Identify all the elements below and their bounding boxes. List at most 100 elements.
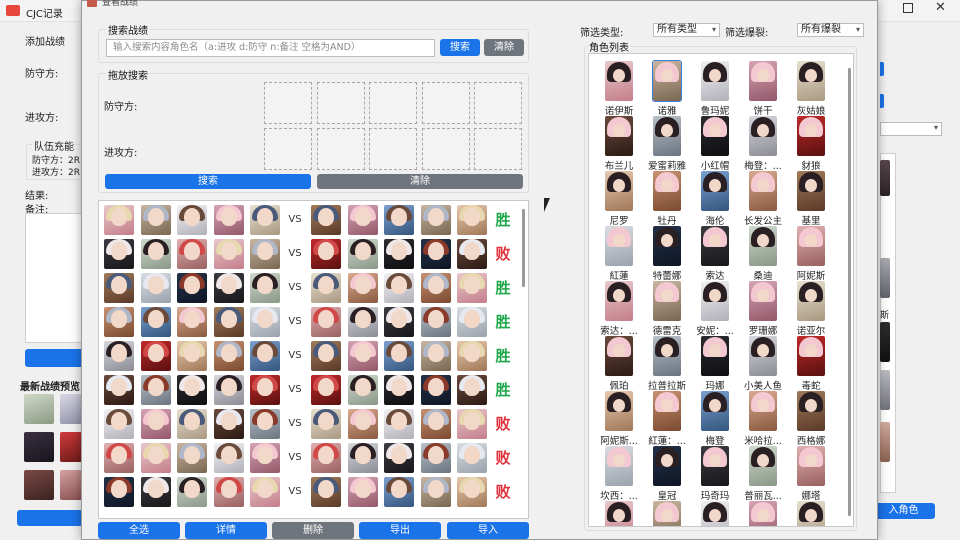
record-row[interactable]: VS 胜 bbox=[99, 306, 519, 338]
character-tile[interactable]: 索达：... bbox=[596, 281, 642, 337]
character-tile[interactable] bbox=[644, 501, 690, 526]
character-portrait bbox=[653, 336, 681, 376]
defense-drop-slot[interactable] bbox=[264, 82, 312, 124]
close-icon[interactable]: ✕ bbox=[935, 0, 946, 15]
character-name: 爱蜜莉雅 bbox=[647, 161, 686, 172]
defense-drop-slot[interactable] bbox=[369, 82, 417, 124]
attack-drop-slot[interactable] bbox=[421, 128, 470, 170]
character-tile[interactable]: 爱蜜莉雅 bbox=[644, 116, 690, 172]
search-input[interactable]: 输入搜索内容角色名（a:进攻 d:防守 n:备注 空格为AND） bbox=[106, 39, 435, 57]
character-name: 海伦 bbox=[705, 216, 725, 227]
character-scrollbar[interactable] bbox=[848, 68, 851, 516]
bg-bottom-button[interactable] bbox=[17, 510, 83, 526]
character-avatar bbox=[348, 307, 378, 337]
character-tile[interactable]: 玛奇玛 bbox=[692, 446, 738, 502]
bg-right-button[interactable] bbox=[880, 94, 884, 108]
defense-drop-slot[interactable] bbox=[316, 82, 365, 124]
drag-clear-button[interactable]: 清除 bbox=[317, 174, 523, 189]
character-portrait bbox=[605, 61, 633, 101]
character-tile[interactable]: 皇冠 bbox=[644, 446, 690, 502]
delete-button[interactable]: 删除 bbox=[272, 522, 354, 539]
record-row[interactable]: VS 胜 bbox=[99, 272, 519, 304]
record-row[interactable]: VS 胜 bbox=[99, 340, 519, 372]
character-avatar bbox=[457, 375, 487, 405]
records-list[interactable]: VS 胜 VS 败 VS 胜 VS 胜 VS 胜 VS 胜 VS 败 VS 败 VS 败 bbox=[98, 200, 529, 519]
character-tile[interactable]: 诺雅 bbox=[644, 60, 690, 117]
character-portrait bbox=[605, 281, 633, 321]
character-tile[interactable]: 拉普拉斯 bbox=[644, 336, 690, 392]
maximize-icon[interactable] bbox=[903, 3, 913, 13]
import-button[interactable]: 导入 bbox=[447, 522, 529, 539]
bg-right-select[interactable]: ▾ bbox=[880, 122, 942, 136]
character-tile[interactable]: 紅蓮：... bbox=[644, 391, 690, 447]
character-tile[interactable]: 罗珊娜 bbox=[740, 281, 786, 337]
search-button[interactable]: 搜索 bbox=[440, 39, 480, 56]
record-row[interactable]: VS 胜 bbox=[99, 204, 519, 236]
character-tile[interactable]: 米哈拉... bbox=[740, 391, 786, 447]
note-textarea[interactable] bbox=[25, 213, 85, 343]
character-tile[interactable]: 基里 bbox=[788, 171, 834, 227]
character-tile[interactable]: 索达 bbox=[692, 226, 738, 282]
character-tile[interactable] bbox=[692, 501, 738, 526]
character-grid[interactable]: 诺伊斯 诺雅 鲁玛妮 饼干 灰姑娘布兰儿 爱蜜莉雅 小红帽 梅登：... 豺狼尼罗 牡丹 海伦 长发公… bbox=[588, 53, 854, 527]
filter-type-select[interactable]: 所有类型 ▾ bbox=[653, 23, 720, 37]
character-tile[interactable]: 饼干 bbox=[740, 61, 786, 117]
record-row[interactable]: VS 败 bbox=[99, 442, 519, 474]
character-tile[interactable]: 阿妮斯 bbox=[788, 226, 834, 282]
character-tile[interactable]: 长发公主 bbox=[740, 171, 786, 227]
character-avatar bbox=[250, 341, 280, 371]
attack-drop-slot[interactable] bbox=[264, 128, 312, 170]
character-tile[interactable]: 鲁玛妮 bbox=[692, 61, 738, 117]
defense-drop-slot[interactable] bbox=[421, 82, 470, 124]
defense-drop-slot[interactable] bbox=[474, 82, 522, 124]
record-row[interactable]: VS 败 bbox=[99, 408, 519, 440]
character-tile[interactable] bbox=[596, 501, 642, 526]
record-row[interactable]: VS 胜 bbox=[99, 374, 519, 406]
character-tile[interactable]: 娜塔 bbox=[788, 446, 834, 502]
vs-label: VS bbox=[288, 486, 302, 497]
bg-right-button[interactable] bbox=[880, 62, 884, 76]
record-row[interactable]: VS 败 bbox=[99, 238, 519, 270]
character-tile[interactable]: 佩珀 bbox=[596, 336, 642, 392]
character-tile[interactable]: 阿妮斯... bbox=[596, 391, 642, 447]
character-avatar bbox=[214, 375, 244, 405]
attack-drop-slot[interactable] bbox=[316, 128, 365, 170]
character-tile[interactable]: 豺狼 bbox=[788, 116, 834, 172]
import-character-button[interactable]: 入角色 bbox=[872, 503, 935, 519]
record-row[interactable]: VS 败 bbox=[99, 476, 519, 508]
character-tile[interactable]: 诺亚尔 bbox=[788, 281, 834, 337]
export-button[interactable]: 导出 bbox=[359, 522, 441, 539]
character-tile[interactable]: 西格娜 bbox=[788, 391, 834, 447]
records-scrollbar[interactable] bbox=[522, 209, 525, 287]
character-tile[interactable]: 诺伊斯 bbox=[596, 61, 642, 117]
select-all-button[interactable]: 全选 bbox=[98, 522, 180, 539]
character-tile[interactable]: 普丽瓦... bbox=[740, 446, 786, 502]
character-tile[interactable]: 梅登：... bbox=[740, 116, 786, 172]
character-tile[interactable]: 特蕾娜 bbox=[644, 226, 690, 282]
add-record-label: 添加战绩 bbox=[25, 37, 65, 48]
clear-button[interactable]: 清除 bbox=[484, 39, 524, 56]
drag-search-button[interactable]: 搜索 bbox=[105, 174, 311, 189]
character-tile[interactable]: 灰姑娘 bbox=[788, 61, 834, 117]
attack-drop-slot[interactable] bbox=[369, 128, 417, 170]
character-tile[interactable]: 小美人鱼 bbox=[740, 336, 786, 392]
character-tile[interactable]: 玛娜 bbox=[692, 336, 738, 392]
character-tile[interactable]: 安妮：... bbox=[692, 281, 738, 337]
details-button[interactable]: 详情 bbox=[185, 522, 267, 539]
character-tile[interactable]: 毒蛇 bbox=[788, 336, 834, 392]
filter-burst-select[interactable]: 所有爆裂 ▾ bbox=[797, 23, 864, 37]
character-tile[interactable] bbox=[788, 501, 834, 526]
character-tile[interactable]: 海伦 bbox=[692, 171, 738, 227]
character-tile[interactable]: 紅蓮 bbox=[596, 226, 642, 282]
attack-drop-slot[interactable] bbox=[474, 128, 522, 170]
character-tile[interactable]: 桑迪 bbox=[740, 226, 786, 282]
character-tile[interactable]: 坎西：... bbox=[596, 446, 642, 502]
character-tile[interactable] bbox=[740, 501, 786, 526]
character-tile[interactable]: 德雷克 bbox=[644, 281, 690, 337]
character-tile[interactable]: 布兰儿 bbox=[596, 116, 642, 172]
bg-add-button[interactable] bbox=[25, 349, 85, 367]
character-tile[interactable]: 尼罗 bbox=[596, 171, 642, 227]
character-tile[interactable]: 牡丹 bbox=[644, 171, 690, 227]
character-tile[interactable]: 梅登 bbox=[692, 391, 738, 447]
character-tile[interactable]: 小红帽 bbox=[692, 116, 738, 172]
